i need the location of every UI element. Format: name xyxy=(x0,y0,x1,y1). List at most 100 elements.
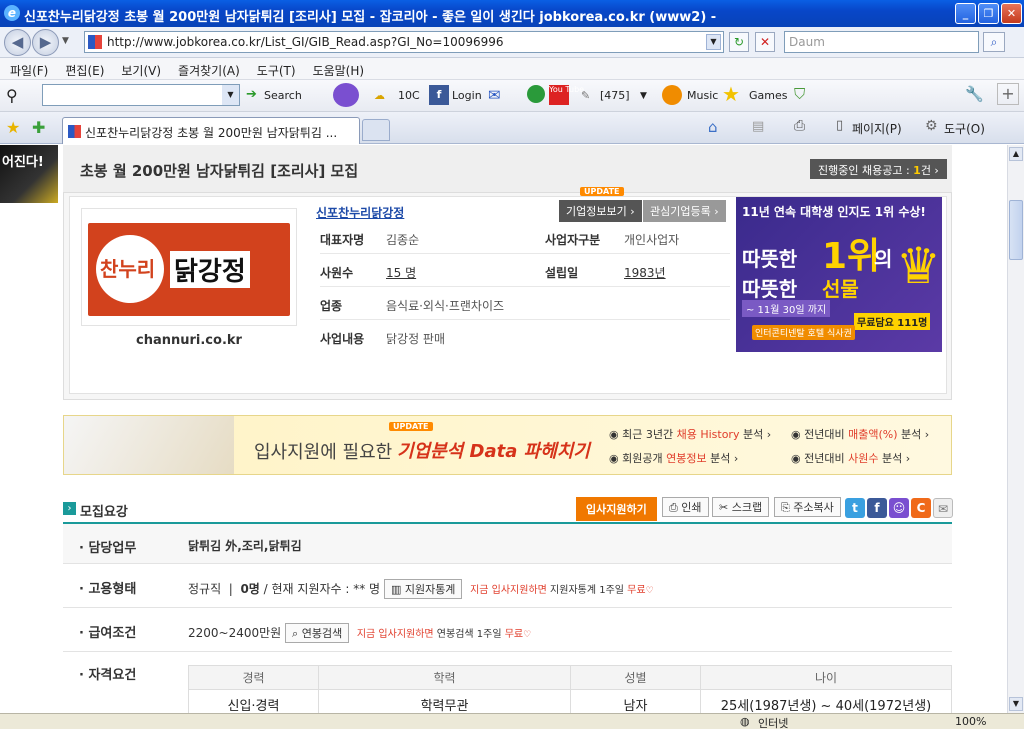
company-logo-frame[interactable]: 찬누리 닭강정 xyxy=(81,208,297,326)
company-info-button[interactable]: 기업정보보기 › xyxy=(559,200,642,222)
forward-button[interactable]: ▶ xyxy=(32,29,59,56)
scroll-down-icon[interactable]: ▼ xyxy=(1009,697,1023,711)
messenger-icon[interactable] xyxy=(333,83,359,107)
print-icon[interactable]: ⎙ xyxy=(794,118,805,134)
maximize-button[interactable]: ❐ xyxy=(978,3,999,24)
refresh-icon[interactable]: ↻ xyxy=(729,32,749,52)
tools-menu[interactable]: 도구(O) xyxy=(944,120,985,137)
copy-address-button[interactable]: ⎘ 주소복사 xyxy=(774,497,841,517)
favorites-star-icon[interactable]: ★ xyxy=(6,118,20,137)
wrench-icon[interactable]: 🔧 xyxy=(965,85,984,103)
menu-tools[interactable]: 도구(T) xyxy=(247,58,303,79)
history-dropdown-icon[interactable]: ▼ xyxy=(62,36,69,46)
facebook-share-icon[interactable]: f xyxy=(867,498,887,518)
close-window-button[interactable]: ✕ xyxy=(1001,3,1022,24)
ad-line-1: 11년 연속 대학생 인지도 1위 수상! xyxy=(742,205,926,219)
facebook-icon[interactable]: f xyxy=(429,85,449,105)
stop-icon[interactable]: ✕ xyxy=(755,32,775,52)
zoom-level[interactable]: 100% xyxy=(955,715,986,728)
salary-promo-black: 연봉검색 1주일 xyxy=(433,629,505,640)
new-tab-button[interactable] xyxy=(362,119,390,141)
games-star-icon[interactable]: ★ xyxy=(722,82,740,106)
info-row-1: 대표자명 김종순 사업자구분 개인사업자 xyxy=(320,221,730,254)
mail-icon[interactable]: ✉ xyxy=(488,86,501,104)
search-input[interactable]: Daum xyxy=(784,31,979,53)
scroll-thumb[interactable] xyxy=(1009,200,1023,260)
menu-file[interactable]: 파일(F) xyxy=(0,58,55,79)
menu-favorites[interactable]: 즐겨찾기(A) xyxy=(168,58,247,79)
music-link[interactable]: Music xyxy=(687,89,718,102)
business-label: 사업내용 xyxy=(320,332,365,346)
home-icon[interactable]: ⌂ xyxy=(708,118,718,136)
data-analysis-banner[interactable]: UPDATE 입사지원에 필요한 기업분석 Data 파헤치기 ◉ 최근 3년간… xyxy=(63,415,952,475)
founded-link[interactable]: 1983년 xyxy=(624,264,666,281)
row-duty: · 담당업무 닭튀김 外,조리,닭튀김 xyxy=(63,524,952,564)
print-button[interactable]: ⎙ 인쇄 xyxy=(662,497,709,517)
tab-active-label: 신포찬누리닭강정 초봉 월 200만원 남자닭튀김 ... xyxy=(85,126,338,140)
cyworld-icon[interactable]: C xyxy=(911,498,931,518)
twitter-icon[interactable]: t xyxy=(845,498,865,518)
toolbar-search-icon[interactable]: ⚲ xyxy=(6,86,18,105)
email-share-icon[interactable]: ✉ xyxy=(933,498,953,518)
add-favorites-icon[interactable]: ✚ xyxy=(32,118,45,137)
right-promo-ad[interactable]: 11년 연속 대학생 인지도 1위 수상! 따뜻한 1위 의 따뜻한 선물 ~ … xyxy=(736,197,942,352)
employ-label: · 고용형태 xyxy=(79,582,137,597)
add-toolbar-icon[interactable]: + xyxy=(997,83,1019,105)
employ-promo-red: 지금 입사지원하면 xyxy=(470,585,547,596)
counter-dropdown-icon[interactable]: ▼ xyxy=(640,91,647,101)
info-row-2: 사원수 15 명 설립일 1983년 xyxy=(320,254,730,287)
scroll-up-icon[interactable]: ▲ xyxy=(1009,147,1023,161)
company-logo: 찬누리 닭강정 xyxy=(88,223,290,316)
minimize-button[interactable]: _ xyxy=(955,3,976,24)
scrap-button[interactable]: ✂ 스크랩 xyxy=(712,497,770,517)
search-go-icon[interactable]: ⌕ xyxy=(983,32,1005,52)
company-info-label: 기업정보보기 xyxy=(566,205,627,218)
bag-icon[interactable]: ⛉ xyxy=(794,85,805,103)
banner-link-employees[interactable]: ◉ 전년대비 사원수 분석 › xyxy=(791,450,910,466)
ceo-label: 대표자명 xyxy=(320,233,365,247)
page-content: 어진다! 초봉 월 200만원 남자닭튀김 [조리사] 모집 진행중인 채용공고… xyxy=(0,145,1007,713)
back-button[interactable]: ◀ xyxy=(4,29,31,56)
qual-label: · 자격요건 xyxy=(79,668,137,683)
banner-link-salary[interactable]: ◉ 회원공개 연봉정보 분석 › xyxy=(609,450,738,466)
favorite-company-button[interactable]: 관심기업등록 › xyxy=(643,200,726,222)
youtube-icon[interactable]: You Tube xyxy=(549,85,584,105)
toolbar-search-button[interactable]: Search xyxy=(264,89,302,102)
company-info-box: 찬누리 닭강정 channuri.co.kr 신포찬누리닭강정 UPDATE 기… xyxy=(63,187,952,400)
tab-active[interactable]: 신포찬누리닭강정 초봉 월 200만원 남자닭튀김 ... xyxy=(62,117,360,144)
menu-view[interactable]: 보기(V) xyxy=(111,58,168,79)
banner-link-history[interactable]: ◉ 최근 3년간 채용 History 분석 › xyxy=(609,426,771,442)
me2day-icon[interactable]: ☺ xyxy=(889,498,909,518)
ad-line-3a: 따뜻한 xyxy=(742,277,798,301)
counter-badge[interactable]: [475] xyxy=(600,89,630,102)
update-badge: UPDATE xyxy=(580,187,624,196)
banner-link-revenue[interactable]: ◉ 전년대비 매출액(%) 분석 › xyxy=(791,426,929,442)
games-link[interactable]: Games xyxy=(749,89,787,102)
music-icon[interactable] xyxy=(662,85,682,105)
salary-search-button[interactable]: ⌕ 연봉검색 xyxy=(285,623,350,643)
employees-link[interactable]: 15 명 xyxy=(386,264,416,281)
vertical-scrollbar[interactable]: ▲ ▼ xyxy=(1007,145,1024,713)
qual-header-career: 경력 xyxy=(188,665,319,690)
applicant-stats-button[interactable]: ▥ 지원자통계 xyxy=(383,579,463,599)
green-circle-icon[interactable] xyxy=(527,85,545,103)
feeds-icon[interactable]: ▤ xyxy=(752,119,764,134)
url-dropdown-icon[interactable]: ▼ xyxy=(706,34,721,50)
logo-text-1: 찬누리 xyxy=(100,257,156,281)
employ-promo-free[interactable]: 무료 xyxy=(627,585,645,596)
url-input[interactable]: http://www.jobkorea.co.kr/List_GI/GIB_Re… xyxy=(84,31,724,53)
menu-edit[interactable]: 편집(E) xyxy=(55,58,111,79)
toolbar-search-input[interactable]: ▼ xyxy=(42,84,240,106)
salary-promo-free[interactable]: 무료 xyxy=(505,629,523,640)
status-bar: ◍ 인터넷 100% xyxy=(0,713,1024,730)
trophy-icon: ♛ xyxy=(896,237,941,295)
company-name-link[interactable]: 신포찬누리닭강정 xyxy=(316,204,404,221)
apply-button[interactable]: 입사지원하기 xyxy=(576,497,657,521)
page-menu[interactable]: 페이지(P) xyxy=(852,120,902,137)
left-ad-strip[interactable]: 어진다! xyxy=(0,145,58,203)
menu-help[interactable]: 도움말(H) xyxy=(303,58,372,79)
qual-header-age: 나이 xyxy=(700,665,952,690)
ongoing-jobs-button[interactable]: 진행중인 채용공고 : 1건 › xyxy=(810,159,947,179)
facebook-login-link[interactable]: Login xyxy=(452,89,482,102)
qual-age: 25세(1987년생) ~ 40세(1972년생) xyxy=(700,689,952,713)
